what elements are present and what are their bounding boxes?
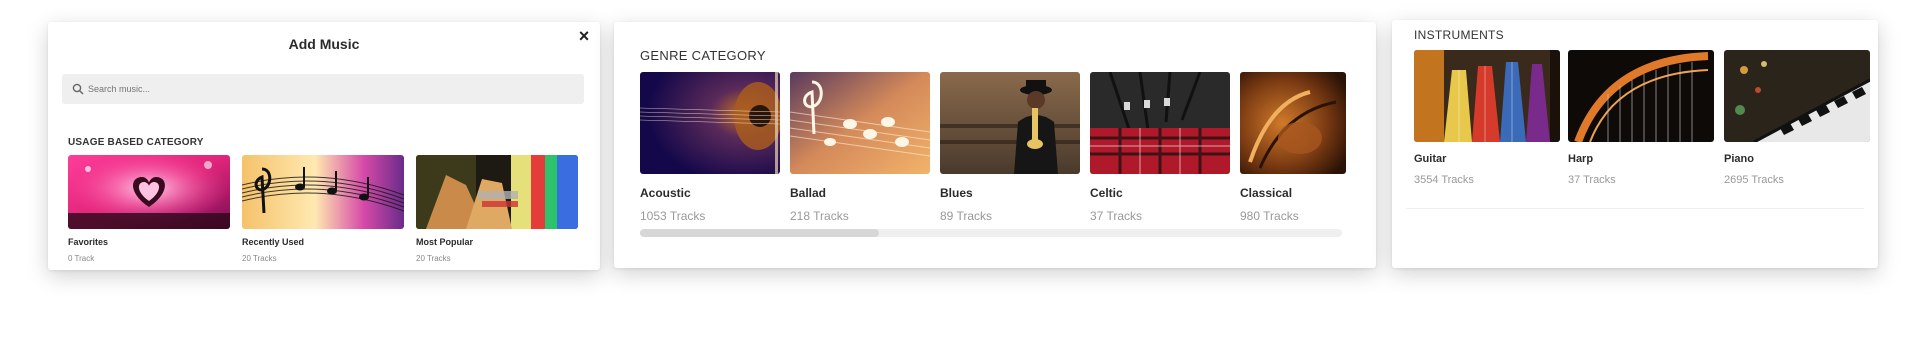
card-count: 0 Track	[68, 254, 95, 263]
card-name: Harp	[1568, 153, 1594, 165]
horizontal-scrollbar[interactable]	[640, 229, 1342, 237]
recently-used-thumbnail	[242, 155, 404, 229]
instrument-card-guitar[interactable]: Guitar 3554 Tracks	[1414, 50, 1560, 186]
genre-card-acoustic[interactable]: Acoustic 1053 Tracks	[640, 72, 780, 223]
category-card-recently-used[interactable]: Recently Used 20 Tracks	[242, 155, 404, 263]
card-count: 37 Tracks	[1568, 174, 1616, 186]
card-name: Ballad	[790, 186, 827, 200]
card-count: 89 Tracks	[940, 209, 993, 223]
divider	[1406, 208, 1864, 209]
most-popular-thumbnail	[416, 155, 578, 229]
genre-card-ballad[interactable]: Ballad 218 Tracks	[790, 72, 930, 223]
category-card-favorites[interactable]: Favorites 0 Track	[68, 155, 230, 263]
card-name: Acoustic	[640, 186, 691, 200]
card-count: 1053 Tracks	[640, 209, 706, 223]
harp-thumbnail	[1568, 50, 1714, 142]
card-count: 980 Tracks	[1240, 209, 1299, 223]
search-input[interactable]	[88, 74, 568, 104]
classical-thumbnail	[1240, 72, 1346, 174]
acoustic-thumbnail	[640, 72, 780, 174]
search-icon	[72, 83, 84, 95]
instrument-card-harp[interactable]: Harp 37 Tracks	[1568, 50, 1714, 186]
section-title-instruments: INSTRUMENTS	[1414, 28, 1504, 42]
card-name: Classical	[1240, 186, 1293, 200]
guitar-thumbnail	[1414, 50, 1560, 142]
card-count: 218 Tracks	[790, 209, 849, 223]
genre-category-panel: GENRE CATEGORY Acoustic 1053 Tracks Ball…	[614, 22, 1376, 268]
card-name: Guitar	[1414, 153, 1447, 165]
genre-card-blues[interactable]: Blues 89 Tracks	[940, 72, 1080, 223]
card-count: 20 Tracks	[416, 254, 451, 263]
close-icon[interactable]: ×	[576, 27, 592, 45]
card-count: 2695 Tracks	[1724, 174, 1784, 186]
instrument-card-piano[interactable]: Piano 2695 Tracks	[1724, 50, 1870, 186]
section-title-genre: GENRE CATEGORY	[640, 48, 766, 63]
ballad-thumbnail	[790, 72, 930, 174]
blues-thumbnail	[940, 72, 1080, 174]
card-name: Most Popular	[416, 237, 474, 247]
category-card-most-popular[interactable]: Most Popular 20 Tracks	[416, 155, 578, 263]
card-name: Blues	[940, 186, 973, 200]
card-name: Favorites	[68, 237, 109, 247]
card-name: Piano	[1724, 153, 1754, 165]
card-count: 3554 Tracks	[1414, 174, 1474, 186]
search-bar[interactable]	[62, 74, 584, 104]
card-name: Celtic	[1090, 186, 1123, 200]
add-music-panel: Add Music × USAGE BASED CATEGORY Favorit…	[48, 22, 600, 270]
scrollbar-thumb[interactable]	[640, 229, 879, 237]
genre-card-celtic[interactable]: Celtic 37 Tracks	[1090, 72, 1230, 223]
card-name: Recently Used	[242, 237, 305, 247]
card-count: 37 Tracks	[1090, 209, 1143, 223]
piano-thumbnail	[1724, 50, 1870, 142]
genre-card-classical[interactable]: Classical 980 Tracks	[1240, 72, 1346, 223]
celtic-thumbnail	[1090, 72, 1230, 174]
panel-title: Add Music	[288, 36, 360, 52]
card-count: 20 Tracks	[242, 254, 277, 263]
section-title-usage: USAGE BASED CATEGORY	[68, 137, 204, 148]
favorites-thumbnail	[68, 155, 230, 229]
instruments-panel: INSTRUMENTS Guitar 3554 Tracks Harp 37 T…	[1392, 20, 1878, 268]
